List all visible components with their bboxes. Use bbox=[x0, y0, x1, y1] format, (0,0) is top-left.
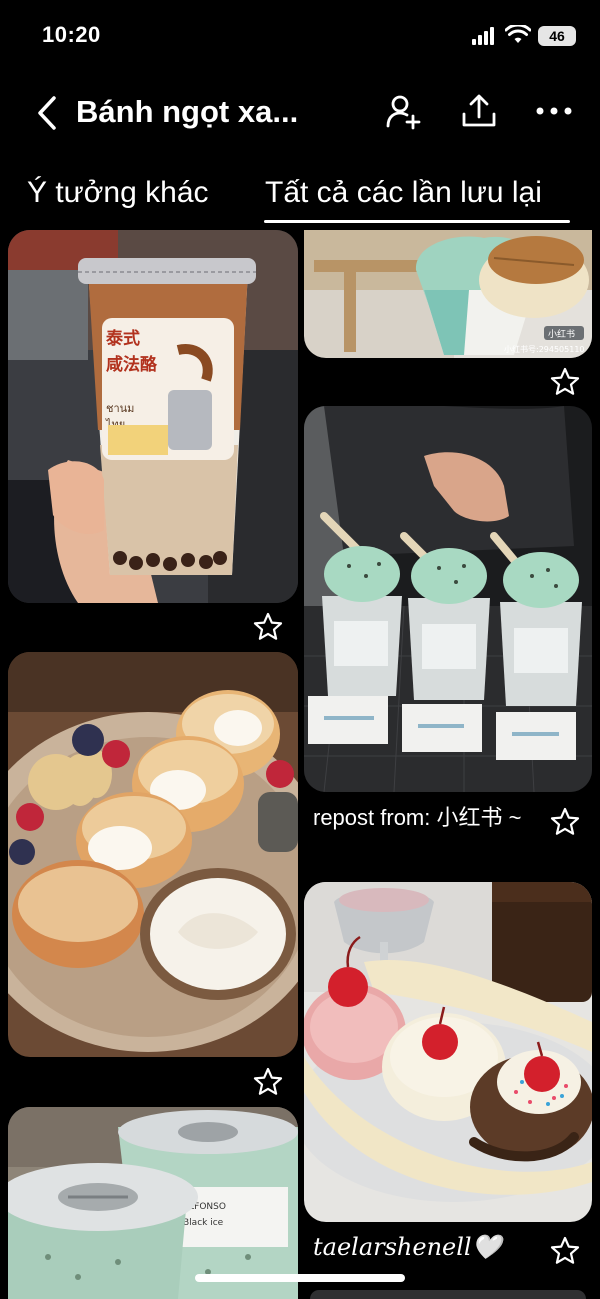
cellular-signal-icon bbox=[472, 27, 498, 45]
home-indicator[interactable] bbox=[195, 1274, 405, 1282]
label-chinese-1: 泰式 bbox=[106, 328, 140, 349]
board-title: Bánh ngọt xa... bbox=[76, 94, 299, 129]
watermark-id: 小红书号:294505110 bbox=[504, 344, 585, 354]
save-star-icon[interactable] bbox=[550, 367, 580, 397]
pin-banana-split[interactable] bbox=[304, 882, 592, 1222]
souffle-pancakes-image bbox=[8, 652, 298, 1057]
banana-split-image bbox=[304, 882, 592, 1222]
pin-caption: repost from: 小红书 ~ bbox=[313, 805, 522, 830]
invite-collaborator-icon[interactable] bbox=[385, 94, 421, 130]
wifi-icon bbox=[505, 25, 531, 43]
status-time: 10:20 bbox=[42, 22, 101, 47]
pin-thai-cheese-milk-tea[interactable]: 泰式 咸法酪 ชานม ไทย bbox=[8, 230, 298, 603]
watermark-label: 小红书 bbox=[548, 328, 575, 340]
tab-more-ideas[interactable]: Ý tưởng khác bbox=[27, 176, 209, 210]
status-bar: 10:20 46 bbox=[0, 0, 600, 72]
save-star-icon[interactable] bbox=[550, 1236, 580, 1266]
thai-cheese-milk-tea-image: 泰式 咸法酪 ชานม ไทย bbox=[8, 230, 298, 603]
pin-mint-ice-cream-cone[interactable]: 小红书 小红书号:294505110 bbox=[304, 230, 592, 358]
pin-caption: taelarshenell🤍 bbox=[313, 1233, 502, 1261]
pin-mint-chip-cups[interactable] bbox=[304, 406, 592, 792]
save-star-icon[interactable] bbox=[253, 612, 283, 642]
mint-chip-cups-image bbox=[304, 406, 592, 792]
save-star-icon[interactable] bbox=[253, 1067, 283, 1097]
more-options-icon[interactable] bbox=[534, 96, 574, 126]
label-thai-1: ชานม bbox=[106, 402, 134, 415]
battery-indicator: 46 bbox=[538, 26, 576, 46]
cup-label-drink: Black ice bbox=[183, 1218, 224, 1228]
mint-ice-cream-cone-image: 小红书 小红书号:294505110 bbox=[304, 230, 592, 358]
tab-all-saves[interactable]: Tất cả các lần lưu lại bbox=[265, 176, 542, 210]
board-tabs: Ý tưởng khác Tất cả các lần lưu lại bbox=[0, 176, 600, 226]
pin-mint-drink-cups[interactable]: ALFONSO Black ice bbox=[8, 1107, 298, 1299]
board-header: Bánh ngọt xa... bbox=[0, 80, 600, 146]
save-star-icon[interactable] bbox=[550, 807, 580, 837]
label-chinese-2: 咸法酪 bbox=[106, 354, 158, 375]
pin-souffle-pancakes[interactable] bbox=[8, 652, 298, 1057]
share-icon[interactable] bbox=[460, 92, 498, 130]
selected-tab-indicator bbox=[264, 220, 570, 223]
mint-drink-cups-image: ALFONSO Black ice bbox=[8, 1107, 298, 1299]
pin-next-preview[interactable] bbox=[310, 1290, 586, 1299]
back-chevron-icon[interactable] bbox=[30, 94, 64, 132]
